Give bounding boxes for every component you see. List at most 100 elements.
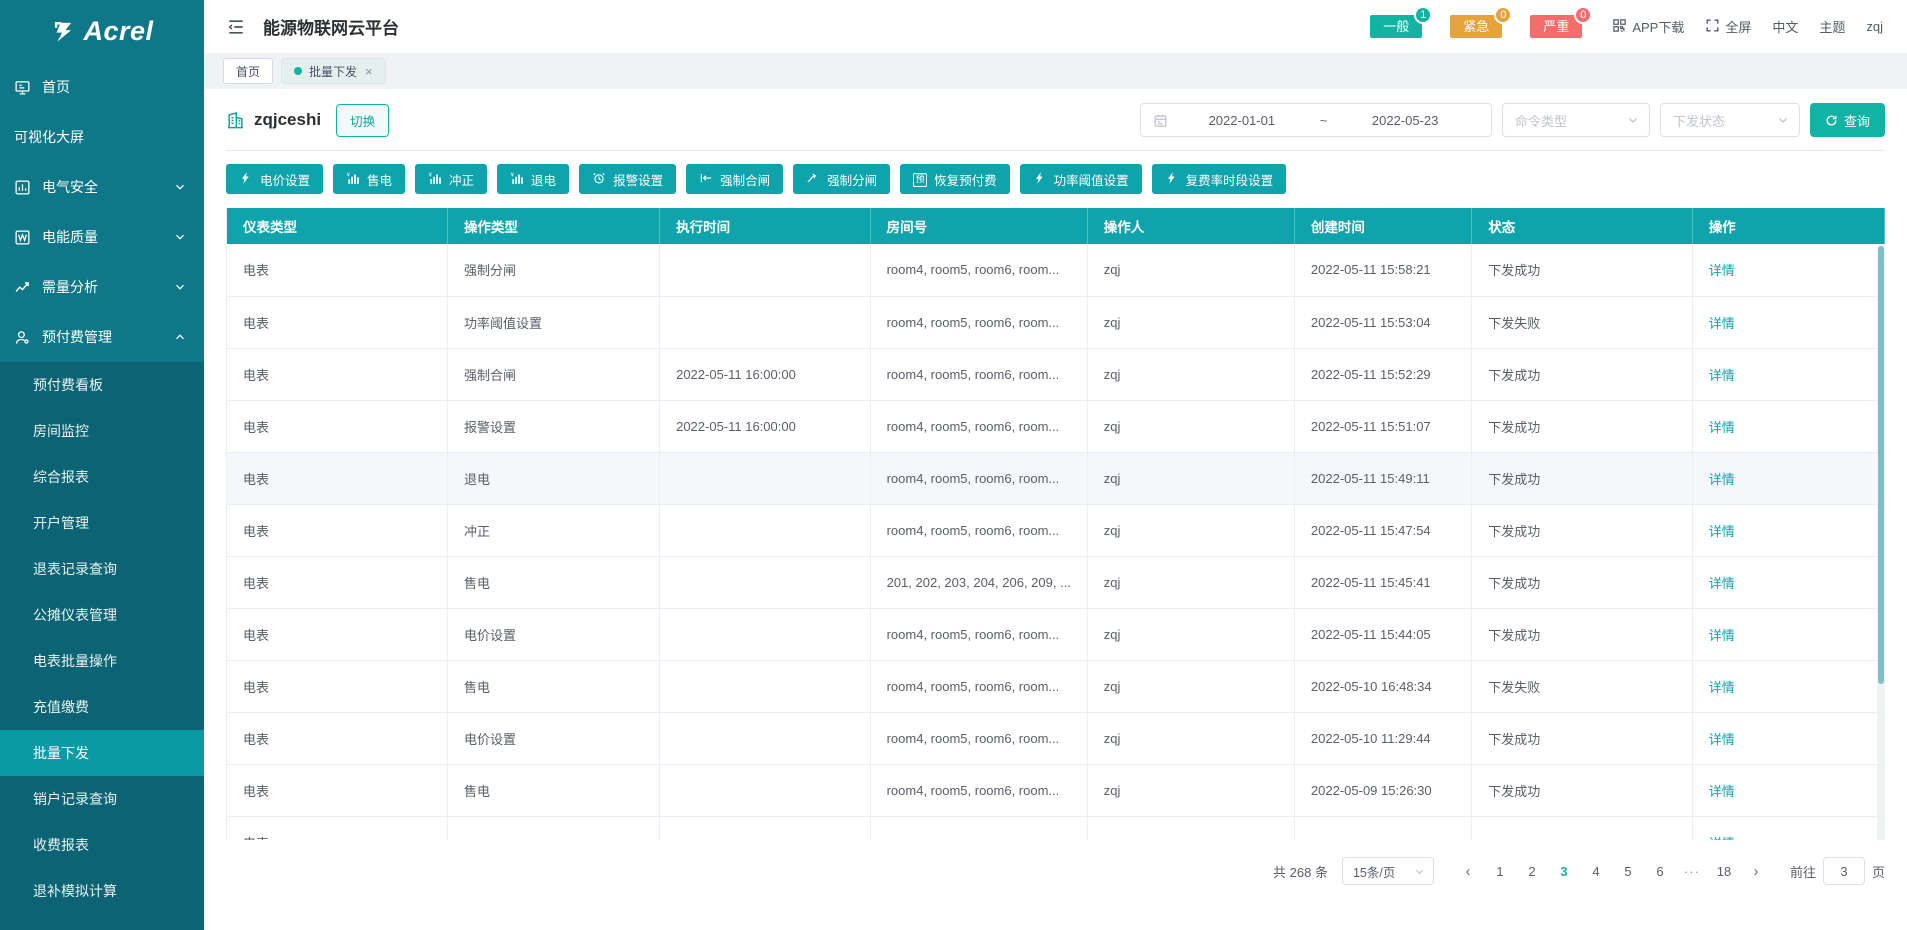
building-icon bbox=[226, 111, 245, 130]
page-button-3[interactable]: 3 bbox=[1550, 857, 1578, 885]
sidebar-item-3[interactable]: 电能质量 bbox=[0, 212, 204, 262]
sidebar-subitem[interactable]: 房间监控 bbox=[0, 408, 204, 454]
cell-action: 详情 bbox=[1692, 608, 1884, 660]
page-button-6[interactable]: 6 bbox=[1646, 857, 1674, 885]
collapse-menu-icon[interactable] bbox=[226, 17, 246, 37]
table-cell: 下发成功 bbox=[1472, 348, 1692, 400]
page-button-5[interactable]: 5 bbox=[1614, 857, 1642, 885]
command-type-placeholder: 命令类型 bbox=[1515, 111, 1627, 130]
sidebar-item-1[interactable]: 可视化大屏 bbox=[0, 112, 204, 162]
action-button-冲正[interactable]: ¥冲正 bbox=[415, 164, 487, 194]
table-cell: room4, room5, room6, room... bbox=[870, 660, 1087, 712]
sidebar-item-4[interactable]: 需量分析 bbox=[0, 262, 204, 312]
action-button-功率阈值设置[interactable]: 功率阈值设置 bbox=[1020, 164, 1142, 194]
chevron-down-icon bbox=[174, 281, 186, 293]
table-cell: 电表 bbox=[227, 296, 447, 348]
detail-link[interactable]: 详情 bbox=[1709, 524, 1735, 539]
page-button-4[interactable]: 4 bbox=[1582, 857, 1610, 885]
brand-name: Acrel bbox=[83, 16, 153, 47]
sidebar-subitem[interactable]: 公摊仪表管理 bbox=[0, 592, 204, 638]
topbar: 能源物联网云平台 一般1紧急0严重0 APP下载全屏中文主题zqj bbox=[204, 0, 1907, 53]
detail-link[interactable]: 详情 bbox=[1709, 316, 1735, 331]
action-button-强制合闸[interactable]: 强制合闸 bbox=[686, 164, 783, 194]
sidebar-subitem[interactable]: 收费报表 bbox=[0, 822, 204, 868]
sidebar-subitem[interactable]: 批量下发 bbox=[0, 730, 204, 776]
detail-link[interactable]: 详情 bbox=[1709, 420, 1735, 435]
table-scrollbar-thumb[interactable] bbox=[1878, 246, 1884, 684]
table-cell bbox=[447, 816, 659, 840]
force-close-icon bbox=[699, 171, 713, 188]
table-cell: 电表 bbox=[227, 608, 447, 660]
page-size-select[interactable]: 15条/页 bbox=[1342, 857, 1434, 885]
action-button-强制分闸[interactable]: 强制分闸 bbox=[793, 164, 890, 194]
bolt-icon bbox=[1033, 171, 1047, 188]
top-link-APP下载[interactable]: APP下载 bbox=[1612, 17, 1684, 36]
page-button-2[interactable]: 2 bbox=[1518, 857, 1546, 885]
chevron-down-icon bbox=[1777, 114, 1789, 126]
detail-link[interactable]: 详情 bbox=[1709, 784, 1735, 799]
detail-link[interactable]: 详情 bbox=[1709, 576, 1735, 591]
prev-page-button[interactable]: ‹ bbox=[1454, 857, 1482, 885]
date-range-picker[interactable]: 2022-01-01 ~ 2022-05-23 bbox=[1140, 103, 1492, 137]
table-cell: 电表 bbox=[227, 712, 447, 764]
page-button-1[interactable]: 1 bbox=[1486, 857, 1514, 885]
query-button-label: 查询 bbox=[1844, 111, 1870, 130]
sidebar-subitem[interactable]: 销户记录查询 bbox=[0, 776, 204, 822]
dispatch-status-select[interactable]: 下发状态 bbox=[1660, 103, 1800, 137]
detail-link[interactable]: 详情 bbox=[1709, 836, 1735, 841]
tab-home[interactable]: 首页 bbox=[223, 58, 273, 84]
sidebar-subitem[interactable]: 充值缴费 bbox=[0, 684, 204, 730]
project-name: zqjceshi bbox=[254, 110, 321, 130]
action-button-售电[interactable]: ¥售电 bbox=[333, 164, 405, 194]
start-date-value[interactable]: 2022-01-01 bbox=[1168, 113, 1316, 128]
sidebar-item-5[interactable]: 预付费管理 bbox=[0, 312, 204, 362]
detail-link[interactable]: 详情 bbox=[1709, 732, 1735, 747]
table-cell: 电表 bbox=[227, 348, 447, 400]
switch-project-button[interactable]: 切换 bbox=[336, 104, 389, 137]
qr-icon bbox=[1612, 18, 1627, 36]
goto-page-input[interactable] bbox=[1823, 857, 1865, 885]
action-button-退电[interactable]: ¥退电 bbox=[497, 164, 569, 194]
detail-link[interactable]: 详情 bbox=[1709, 628, 1735, 643]
detail-link[interactable]: 详情 bbox=[1709, 263, 1735, 278]
next-page-button[interactable]: › bbox=[1742, 857, 1770, 885]
tab-batch-dispatch-label: 批量下发 bbox=[309, 63, 357, 80]
sidebar-subitem[interactable]: 退表记录查询 bbox=[0, 546, 204, 592]
alarm-badge-严重[interactable]: 严重0 bbox=[1530, 15, 1582, 38]
top-link-中文[interactable]: 中文 bbox=[1772, 17, 1798, 36]
tab-close-icon[interactable]: × bbox=[365, 64, 373, 79]
tab-batch-dispatch[interactable]: 批量下发 × bbox=[281, 58, 386, 84]
table-header-row: 仪表类型操作类型执行时间房间号操作人创建时间状态操作 bbox=[227, 208, 1885, 244]
action-button-恢复预付费[interactable]: 预恢复预付费 bbox=[900, 164, 1010, 194]
table-cell: 下发成功 bbox=[1472, 764, 1692, 816]
end-date-value[interactable]: 2022-05-23 bbox=[1331, 113, 1479, 128]
table-row: 电表售电room4, room5, room6, room...zqj2022-… bbox=[227, 660, 1885, 712]
top-link-全屏[interactable]: 全屏 bbox=[1705, 17, 1751, 36]
table-cell: 2022-05-11 15:58:21 bbox=[1294, 244, 1471, 296]
top-link-主题[interactable]: 主题 bbox=[1819, 17, 1845, 36]
action-button-电价设置[interactable]: 电价设置 bbox=[226, 164, 323, 194]
query-button[interactable]: 查询 bbox=[1810, 103, 1885, 137]
sidebar-subitem[interactable]: 综合报表 bbox=[0, 454, 204, 500]
sidebar-subitem[interactable]: 退补模拟计算 bbox=[0, 868, 204, 914]
table-cell: 201, 202, 203, 204, 206, 209, ... bbox=[870, 556, 1087, 608]
detail-link[interactable]: 详情 bbox=[1709, 368, 1735, 383]
alarm-icon bbox=[592, 171, 606, 188]
sidebar-subitem[interactable]: 电表批量操作 bbox=[0, 638, 204, 684]
sidebar-item-2[interactable]: 电气安全 bbox=[0, 162, 204, 212]
action-button-复费率时段设置[interactable]: 复费率时段设置 bbox=[1152, 164, 1287, 194]
detail-link[interactable]: 详情 bbox=[1709, 472, 1735, 487]
sidebar-subitem[interactable]: 开户管理 bbox=[0, 500, 204, 546]
alarm-badge-一般[interactable]: 一般1 bbox=[1370, 15, 1422, 38]
page-button-18[interactable]: 18 bbox=[1710, 857, 1738, 885]
alarm-badge-紧急[interactable]: 紧急0 bbox=[1450, 15, 1502, 38]
command-type-select[interactable]: 命令类型 bbox=[1502, 103, 1650, 137]
top-link-zqj[interactable]: zqj bbox=[1866, 19, 1883, 34]
table-cell bbox=[660, 660, 871, 712]
action-button-报警设置[interactable]: 报警设置 bbox=[579, 164, 676, 194]
table-scrollbar-track bbox=[1877, 244, 1885, 840]
detail-link[interactable]: 详情 bbox=[1709, 680, 1735, 695]
sidebar-item-0[interactable]: 首页 bbox=[0, 62, 204, 112]
sidebar-item-label: 可视化大屏 bbox=[14, 127, 186, 147]
sidebar-subitem[interactable]: 预付费看板 bbox=[0, 362, 204, 408]
